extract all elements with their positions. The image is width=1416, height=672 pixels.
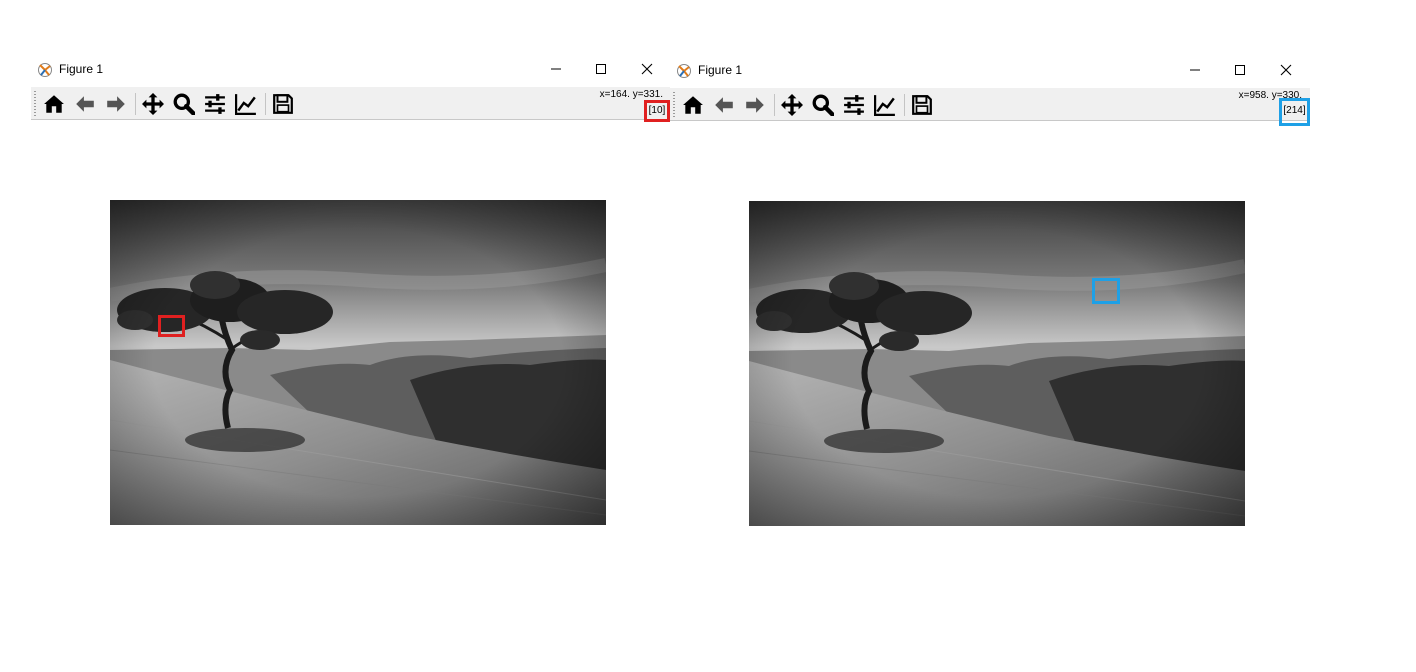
- zoom-icon[interactable]: [810, 92, 836, 118]
- navigation-toolbar: x=958. y=330.: [670, 88, 1310, 121]
- toolbar-separator: [904, 94, 905, 116]
- matplotlib-app-icon: [37, 62, 53, 78]
- back-arrow-icon[interactable]: [72, 91, 98, 117]
- grayscale-image[interactable]: [110, 200, 606, 525]
- maximize-icon[interactable]: [1231, 61, 1249, 79]
- toolbar-grip[interactable]: [34, 91, 36, 117]
- back-arrow-icon[interactable]: [711, 92, 737, 118]
- maximize-icon[interactable]: [592, 60, 610, 78]
- forward-arrow-icon[interactable]: [103, 91, 129, 117]
- forward-arrow-icon[interactable]: [742, 92, 768, 118]
- figure-window-left: Figure 1 x=164. y=331. [10]: [31, 54, 671, 594]
- toolbar-grip[interactable]: [673, 92, 675, 118]
- selected-pixel-marker: [1092, 278, 1120, 304]
- minimize-icon[interactable]: [1186, 61, 1204, 79]
- configure-subplots-icon[interactable]: [841, 92, 867, 118]
- home-icon[interactable]: [41, 91, 67, 117]
- save-icon[interactable]: [909, 92, 935, 118]
- matplotlib-app-icon: [676, 63, 692, 79]
- minimize-icon[interactable]: [547, 60, 565, 78]
- pan-icon[interactable]: [779, 92, 805, 118]
- titlebar: Figure 1: [31, 54, 671, 84]
- selected-pixel-marker: [158, 315, 185, 337]
- close-icon[interactable]: [1277, 61, 1295, 79]
- edit-axis-icon[interactable]: [233, 91, 259, 117]
- pixel-value-readout: [214]: [1279, 98, 1310, 126]
- window-title: Figure 1: [698, 63, 743, 77]
- toolbar-separator: [774, 94, 775, 116]
- cursor-coordinate-readout: x=164. y=331.: [599, 89, 663, 100]
- navigation-toolbar: x=164. y=331.: [31, 87, 671, 120]
- toolbar-separator: [265, 93, 266, 115]
- grayscale-image[interactable]: [749, 201, 1245, 526]
- toolbar-separator: [135, 93, 136, 115]
- home-icon[interactable]: [680, 92, 706, 118]
- save-icon[interactable]: [270, 91, 296, 117]
- pixel-value-readout: [10]: [644, 100, 670, 122]
- pan-icon[interactable]: [140, 91, 166, 117]
- titlebar: Figure 1: [670, 55, 1310, 85]
- edit-axis-icon[interactable]: [872, 92, 898, 118]
- figure-window-right: Figure 1 x=958. y=330. [214]: [670, 55, 1310, 595]
- close-icon[interactable]: [638, 60, 656, 78]
- zoom-icon[interactable]: [171, 91, 197, 117]
- window-title: Figure 1: [59, 62, 104, 76]
- configure-subplots-icon[interactable]: [202, 91, 228, 117]
